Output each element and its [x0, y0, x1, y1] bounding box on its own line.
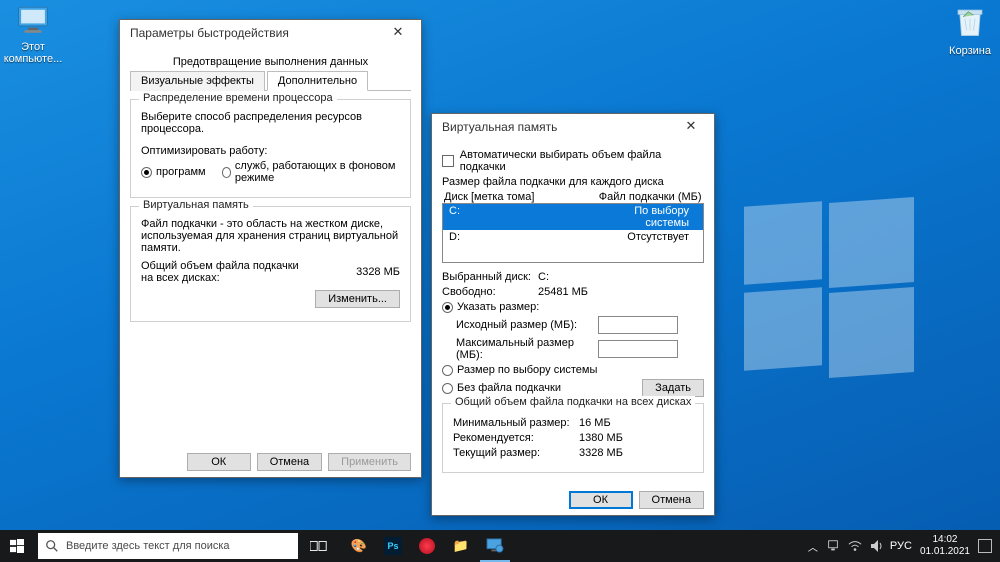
radio-icon	[442, 365, 453, 376]
min-size-label: Минимальный размер:	[453, 417, 573, 429]
volume-icon[interactable]	[870, 539, 882, 553]
performance-options-window: Параметры быстродействия ✕ Предотвращени…	[119, 19, 422, 478]
window-title: Параметры быстродействия	[130, 26, 289, 40]
search-icon	[45, 539, 59, 553]
set-button[interactable]: Задать	[642, 379, 704, 397]
checkbox-auto-manage[interactable]: Автоматически выбирать объем файла подка…	[442, 149, 704, 173]
desktop-icon-label: Корзина	[940, 45, 1000, 57]
max-size-label: Максимальный размер (МБ):	[456, 337, 592, 361]
tab-advanced[interactable]: Дополнительно	[267, 71, 368, 91]
initial-size-label: Исходный размер (МБ):	[456, 319, 592, 331]
group-title: Виртуальная память	[139, 199, 253, 211]
group-total-pagefile: Общий объем файла подкачки на всех диска…	[442, 403, 704, 473]
system-tray: ︿ РУС 14:02 01.01.2021	[808, 534, 1000, 558]
search-box[interactable]: Введите здесь текст для поиска	[38, 533, 298, 559]
taskbar-app-file-explorer[interactable]: 📁	[444, 530, 478, 562]
radio-icon	[442, 383, 453, 394]
optimize-label: Оптимизировать работу:	[141, 145, 400, 157]
selected-drive-label: Выбранный диск:	[442, 271, 532, 283]
titlebar[interactable]: Параметры быстродействия ✕	[120, 20, 421, 46]
change-button[interactable]: Изменить...	[315, 290, 400, 308]
column-header-drive: Диск [метка тома]	[444, 191, 599, 203]
min-size-value: 16 МБ	[579, 417, 611, 429]
help-text: Файл подкачки - это область на жестком д…	[141, 218, 400, 254]
close-button[interactable]: ✕	[674, 117, 708, 137]
action-center-button[interactable]	[978, 539, 992, 553]
ok-button[interactable]: ОК	[187, 453, 251, 471]
tab-dep-header[interactable]: Предотвращение выполнения данных	[130, 52, 411, 70]
virtual-memory-window: Виртуальная память ✕ Автоматически выбир…	[431, 113, 715, 516]
windows-icon	[10, 539, 24, 553]
window-title: Виртуальная память	[442, 120, 557, 134]
drive-row-c[interactable]: C: По выбору системы	[443, 204, 703, 230]
drive-list[interactable]: C: По выбору системы D: Отсутствует	[442, 203, 704, 263]
column-header-pagefile: Файл подкачки (МБ)	[599, 191, 702, 203]
max-size-input[interactable]	[598, 340, 678, 358]
radio-no-pagefile[interactable]: Без файла подкачки	[442, 382, 561, 394]
taskbar-app-system-properties[interactable]	[478, 530, 512, 562]
tray-chevron-up-icon[interactable]: ︿	[808, 539, 818, 554]
radio-icon	[141, 167, 152, 178]
current-size-value: 3328 МБ	[579, 447, 623, 459]
group-virtual-memory: Виртуальная память Файл подкачки - это о…	[130, 206, 411, 322]
group-title: Распределение времени процессора	[139, 92, 337, 104]
help-text: Выберите способ распределения ресурсов п…	[141, 111, 400, 135]
vm-total-value: 3328 МБ	[356, 266, 400, 278]
taskbar-app-opera[interactable]	[410, 530, 444, 562]
taskbar-app-photoshop[interactable]: Ps	[376, 530, 410, 562]
cancel-button[interactable]: Отмена	[257, 453, 322, 471]
drive-label: C:	[443, 204, 599, 230]
this-pc-icon	[16, 5, 50, 35]
windows-logo-backdrop	[744, 200, 914, 370]
titlebar[interactable]: Виртуальная память ✕	[432, 114, 714, 140]
radio-icon	[222, 167, 231, 178]
task-view-icon	[310, 539, 328, 553]
taskbar: Введите здесь текст для поиска 🎨 Ps 📁 ︿ …	[0, 530, 1000, 562]
ok-button[interactable]: ОК	[569, 491, 633, 509]
current-size-label: Текущий размер:	[453, 447, 573, 459]
desktop-icon-this-pc[interactable]: Этот компьюте...	[3, 5, 63, 65]
system-icon	[486, 538, 504, 554]
initial-size-input[interactable]	[598, 316, 678, 334]
cancel-button[interactable]: Отмена	[639, 491, 704, 509]
clock-date: 01.01.2021	[920, 546, 970, 558]
clock[interactable]: 14:02 01.01.2021	[920, 534, 970, 558]
wifi-icon[interactable]	[848, 540, 862, 552]
drive-row-d[interactable]: D: Отсутствует	[443, 230, 703, 244]
recycle-bin-icon	[953, 5, 987, 39]
free-space-value: 25481 МБ	[538, 286, 588, 298]
desktop-icon-label: Этот компьюте...	[3, 41, 63, 65]
vm-total-label: Общий объем файла подкачки на всех диска…	[141, 260, 301, 284]
search-placeholder: Введите здесь текст для поиска	[66, 540, 230, 552]
free-space-label: Свободно:	[442, 286, 532, 298]
start-button[interactable]	[0, 530, 34, 562]
drive-pagefile: Отсутствует	[599, 230, 703, 244]
tab-bar: Визуальные эффекты Дополнительно	[130, 70, 411, 91]
language-indicator[interactable]: РУС	[890, 540, 912, 552]
desktop-icon-recycle-bin[interactable]: Корзина	[940, 5, 1000, 57]
network-icon[interactable]	[826, 539, 840, 553]
apply-button[interactable]: Применить	[328, 453, 411, 471]
radio-custom-size[interactable]: Указать размер:	[442, 301, 539, 313]
task-view-button[interactable]	[302, 530, 336, 562]
close-button[interactable]: ✕	[381, 23, 415, 43]
drive-label: D:	[443, 230, 599, 244]
clock-time: 14:02	[920, 534, 970, 546]
tab-visual-effects[interactable]: Визуальные эффекты	[130, 71, 265, 91]
selected-drive-value: C:	[538, 271, 549, 283]
recommended-value: 1380 МБ	[579, 432, 623, 444]
group-processor-scheduling: Распределение времени процессора Выберит…	[130, 99, 411, 198]
taskbar-pinned-apps: 🎨 Ps 📁	[342, 530, 512, 562]
recommended-label: Рекомендуется:	[453, 432, 573, 444]
checkbox-icon	[442, 155, 454, 167]
per-disk-label: Размер файла подкачки для каждого диска	[442, 176, 704, 188]
radio-programs[interactable]: программ	[141, 166, 206, 178]
radio-icon	[442, 302, 453, 313]
drive-pagefile: По выбору системы	[599, 204, 703, 230]
group-title: Общий объем файла подкачки на всех диска…	[451, 396, 695, 408]
radio-system-managed[interactable]: Размер по выбору системы	[442, 364, 597, 376]
radio-services[interactable]: служб, работающих в фоновом режиме	[222, 160, 400, 184]
taskbar-app-paint[interactable]: 🎨	[342, 530, 376, 562]
